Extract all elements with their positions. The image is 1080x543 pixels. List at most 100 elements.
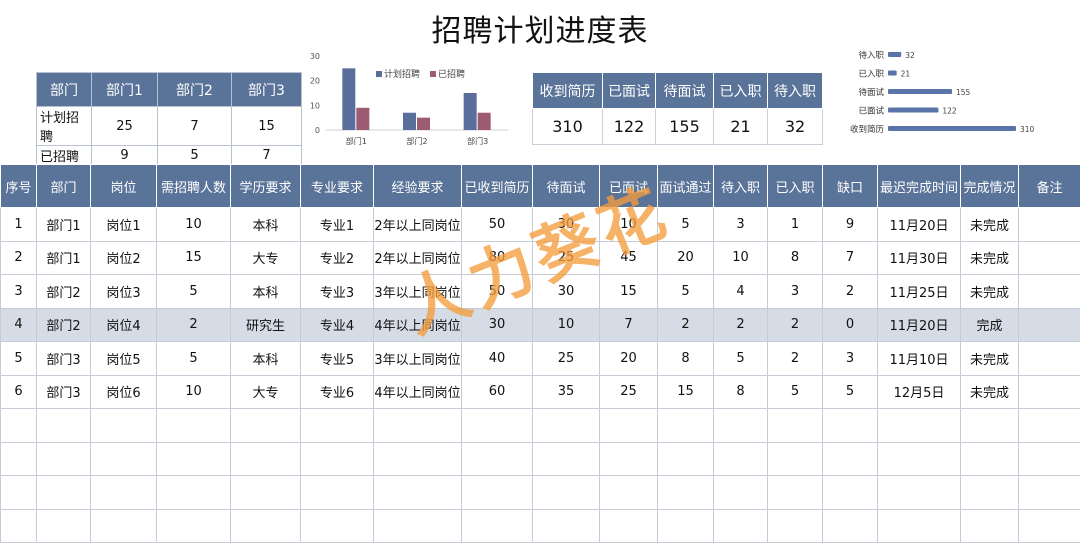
table-cell[interactable] — [1018, 408, 1080, 443]
table-cell[interactable] — [90, 408, 157, 443]
table-cell[interactable] — [599, 441, 658, 476]
table-cell[interactable]: 未完成 — [960, 240, 1019, 275]
table-cell[interactable]: 2 — [713, 307, 768, 342]
table-cell[interactable] — [230, 475, 301, 510]
table-cell[interactable] — [1018, 307, 1080, 342]
table-cell[interactable] — [0, 475, 37, 510]
table-cell[interactable]: 30 — [532, 207, 600, 242]
empty-row[interactable] — [0, 408, 1080, 443]
table-cell[interactable]: 3 — [822, 341, 878, 376]
department-recruitment-bar-chart[interactable]: 0 10 20 30 部门1 部门2 部门3 计划招聘 已招聘 — [296, 46, 520, 152]
table-cell[interactable]: 3 — [0, 274, 37, 309]
table-cell[interactable]: 2 — [822, 274, 878, 309]
summary-cell[interactable]: 7 — [157, 106, 232, 146]
table-cell[interactable] — [657, 475, 714, 510]
table-cell[interactable]: 12月5日 — [877, 374, 961, 409]
table-cell[interactable]: 3年以上同岗位 — [373, 274, 462, 309]
table-cell[interactable]: 11月30日 — [877, 240, 961, 275]
table-cell[interactable] — [90, 475, 157, 510]
table-cell[interactable] — [156, 475, 231, 510]
table-cell[interactable] — [230, 508, 301, 543]
table-cell[interactable] — [657, 408, 714, 443]
table-cell[interactable]: 2 — [156, 307, 231, 342]
stats-value[interactable]: 310 — [532, 108, 603, 145]
table-cell[interactable]: 4 — [0, 307, 37, 342]
summary-cell[interactable]: 7 — [231, 145, 302, 166]
table-cell[interactable]: 岗位4 — [90, 307, 157, 342]
table-cell[interactable]: 5 — [713, 341, 768, 376]
table-cell[interactable]: 45 — [599, 240, 658, 275]
table-cell[interactable]: 15 — [657, 374, 714, 409]
table-cell[interactable] — [599, 475, 658, 510]
table-row[interactable]: 1 部门1 岗位1 10 本科 专业1 2年以上同岗位 50 30 10 5 3 1 9 11月20日 未完成 — [0, 207, 1080, 242]
table-cell[interactable] — [230, 408, 301, 443]
table-cell[interactable]: 大专 — [230, 240, 301, 275]
table-cell[interactable] — [36, 441, 91, 476]
table-cell[interactable] — [300, 475, 374, 510]
table-cell[interactable] — [1018, 374, 1080, 409]
table-cell[interactable]: 专业5 — [300, 341, 374, 376]
table-cell[interactable]: 25 — [599, 374, 658, 409]
table-cell[interactable] — [373, 508, 462, 543]
table-cell[interactable]: 11月20日 — [877, 207, 961, 242]
table-cell[interactable] — [90, 441, 157, 476]
table-cell[interactable] — [373, 408, 462, 443]
table-cell[interactable] — [877, 408, 961, 443]
table-cell[interactable] — [767, 475, 823, 510]
column-header[interactable]: 缺口 — [822, 164, 878, 208]
table-cell[interactable] — [657, 508, 714, 543]
table-cell[interactable]: 专业1 — [300, 207, 374, 242]
table-cell[interactable] — [960, 408, 1019, 443]
table-cell[interactable] — [767, 508, 823, 543]
table-cell[interactable]: 15 — [156, 240, 231, 275]
table-cell[interactable] — [657, 441, 714, 476]
table-cell[interactable]: 本科 — [230, 207, 301, 242]
table-cell[interactable] — [1018, 207, 1080, 242]
progress-funnel-bar-chart[interactable]: 待入职 32 已入职 21 待面试 155 已面试 122 收到简历 310 — [836, 44, 1062, 140]
table-cell[interactable]: 10 — [156, 207, 231, 242]
table-cell[interactable]: 10 — [156, 374, 231, 409]
table-cell[interactable]: 3 — [713, 207, 768, 242]
table-cell[interactable] — [300, 508, 374, 543]
table-cell[interactable]: 5 — [767, 374, 823, 409]
table-row[interactable]: 3 部门2 岗位3 5 本科 专业3 3年以上同岗位 50 30 15 5 4 3 2 11月25日 未完成 — [0, 274, 1080, 309]
table-cell[interactable]: 0 — [822, 307, 878, 342]
table-cell[interactable] — [877, 475, 961, 510]
empty-row[interactable] — [0, 475, 1080, 510]
table-cell[interactable]: 5 — [657, 274, 714, 309]
table-cell[interactable]: 本科 — [230, 341, 301, 376]
table-cell[interactable]: 2 — [657, 307, 714, 342]
table-cell[interactable]: 大专 — [230, 374, 301, 409]
table-cell[interactable]: 20 — [657, 240, 714, 275]
table-cell[interactable]: 未完成 — [960, 207, 1019, 242]
table-cell[interactable]: 3年以上同岗位 — [373, 341, 462, 376]
column-header[interactable]: 学历要求 — [230, 164, 301, 208]
table-cell[interactable]: 未完成 — [960, 274, 1019, 309]
table-cell[interactable] — [0, 508, 37, 543]
table-cell[interactable]: 2 — [767, 341, 823, 376]
table-cell[interactable] — [90, 508, 157, 543]
summary-cell[interactable]: 15 — [231, 106, 302, 146]
table-cell[interactable]: 15 — [599, 274, 658, 309]
table-cell[interactable]: 8 — [767, 240, 823, 275]
table-cell[interactable]: 7 — [822, 240, 878, 275]
table-cell[interactable] — [1018, 475, 1080, 510]
table-cell[interactable] — [713, 475, 768, 510]
table-cell[interactable] — [373, 475, 462, 510]
stats-value[interactable]: 21 — [713, 108, 768, 145]
column-header[interactable]: 最迟完成时间 — [877, 164, 961, 208]
table-cell[interactable] — [461, 475, 533, 510]
table-cell[interactable]: 部门2 — [36, 307, 91, 342]
table-cell[interactable]: 10 — [532, 307, 600, 342]
table-cell[interactable]: 5 — [822, 374, 878, 409]
table-cell[interactable] — [713, 408, 768, 443]
column-header[interactable]: 完成情况 — [960, 164, 1019, 208]
table-cell[interactable]: 部门3 — [36, 374, 91, 409]
table-cell[interactable] — [822, 441, 878, 476]
column-header[interactable]: 已面试 — [599, 164, 658, 208]
table-cell[interactable]: 11月25日 — [877, 274, 961, 309]
table-cell[interactable]: 1 — [0, 207, 37, 242]
column-header[interactable]: 序号 — [0, 164, 37, 208]
table-cell[interactable] — [461, 408, 533, 443]
empty-row[interactable] — [0, 441, 1080, 476]
